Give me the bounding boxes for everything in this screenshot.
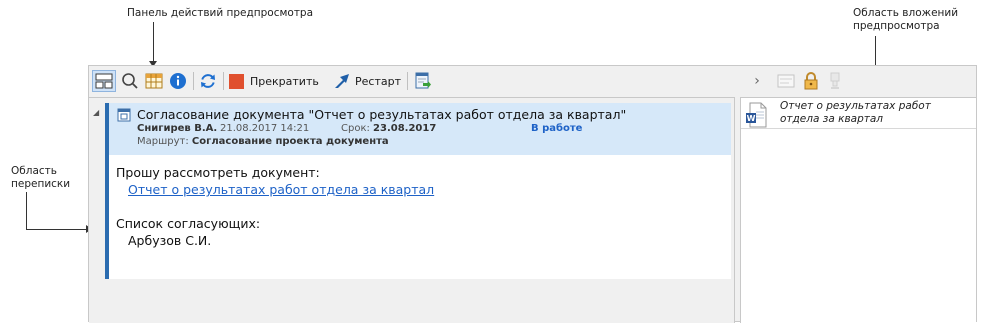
layout-icon [95, 73, 113, 89]
lock-icon [804, 72, 818, 90]
stop-button[interactable]: Прекратить [229, 70, 325, 92]
toolbar-callout-label: Панель действий предпросмотра [127, 7, 314, 19]
attachment-name-line2: отдела за квартал [780, 113, 883, 125]
word-document-icon: W [746, 102, 767, 128]
preview-toolbar: Прекратить Рестарт › [89, 66, 976, 96]
restart-label: Рестарт [355, 74, 401, 88]
attachments-callout-line1: Область вложений [853, 7, 959, 19]
refresh-button[interactable] [197, 70, 219, 92]
export-button[interactable] [412, 70, 434, 92]
table-view-button[interactable] [143, 70, 165, 92]
refresh-icon [201, 74, 215, 88]
attachment-name-line1: Отчет о результатах работ [780, 100, 931, 112]
restart-arrow-icon [335, 74, 349, 88]
correspondence-callout-hline [26, 229, 86, 230]
attachment-name: Отчет о результатах работ отдела за квар… [780, 100, 931, 126]
search-button[interactable] [119, 70, 141, 92]
message-subject: Согласование документа "Отчет о результа… [137, 107, 627, 122]
deadline-value: 23.08.2017 [373, 123, 437, 134]
card-icon [777, 74, 795, 88]
sign-button[interactable] [825, 70, 845, 92]
correspondence-callout-line2: переписки [11, 178, 71, 190]
attachment-item[interactable]: W Отчет о результатах работ отдела за кв… [741, 98, 976, 129]
preview-window: Прекратить Рестарт › ◢ Согласование доку… [88, 65, 977, 323]
table-icon [145, 73, 163, 89]
collapse-toggle[interactable]: ◢ [93, 108, 99, 117]
attachments-pane: W Отчет о результатах работ отдела за кв… [740, 97, 976, 323]
lock-button[interactable] [800, 70, 822, 92]
document-link[interactable]: Отчет о результатах работ отдела за квар… [128, 182, 434, 197]
stop-label: Прекратить [250, 74, 319, 88]
export-document-icon [415, 72, 431, 89]
route-value: Согласование проекта документа [191, 136, 389, 147]
route-label: Маршрут: [137, 136, 189, 147]
signature-icon [830, 72, 840, 89]
attachments-callout-label: Область вложений предпросмотра [853, 7, 958, 33]
toolbar-separator [223, 72, 224, 90]
message-route: Маршрут: Согласование проекта документа [137, 136, 389, 147]
svg-text:W: W [747, 114, 756, 123]
correspondence-callout-label: Область переписки [11, 165, 70, 191]
attachments-callout-line2: предпросмотра [853, 20, 940, 32]
info-button[interactable] [167, 70, 189, 92]
deadline-label: Срок: [341, 123, 370, 134]
task-document-icon [117, 108, 131, 122]
attachment-card-button[interactable] [775, 70, 797, 92]
restart-button[interactable]: Рестарт [334, 70, 404, 92]
message-accent-bar [105, 103, 109, 279]
correspondence-pane: ◢ Согласование документа "Отчет о резуль… [89, 97, 735, 323]
correspondence-callout-line1: Область [11, 165, 57, 177]
request-text: Прошу рассмотреть документ: [116, 165, 320, 180]
correspondence-callout-vline [26, 192, 27, 230]
layout-toggle-button[interactable] [92, 70, 116, 92]
approvers-heading: Список согласующих: [116, 216, 261, 231]
search-icon [122, 73, 138, 89]
toolbar-callout-line [153, 22, 154, 63]
toolbar-separator [193, 72, 194, 90]
stop-icon [229, 73, 244, 89]
approver-name: Арбузов С.И. [128, 233, 212, 248]
status-badge: В работе [531, 123, 583, 134]
info-icon [170, 73, 186, 89]
message-deadline: Срок: 23.08.2017 [341, 123, 436, 134]
author-name: Снигирев В.А. [137, 123, 218, 134]
message-author: Снигирев В.А. [137, 123, 217, 134]
attachments-expand-chevron[interactable]: › [751, 70, 763, 92]
message-date: 21.08.2017 14:21 [220, 123, 310, 134]
toolbar-separator [407, 72, 408, 90]
